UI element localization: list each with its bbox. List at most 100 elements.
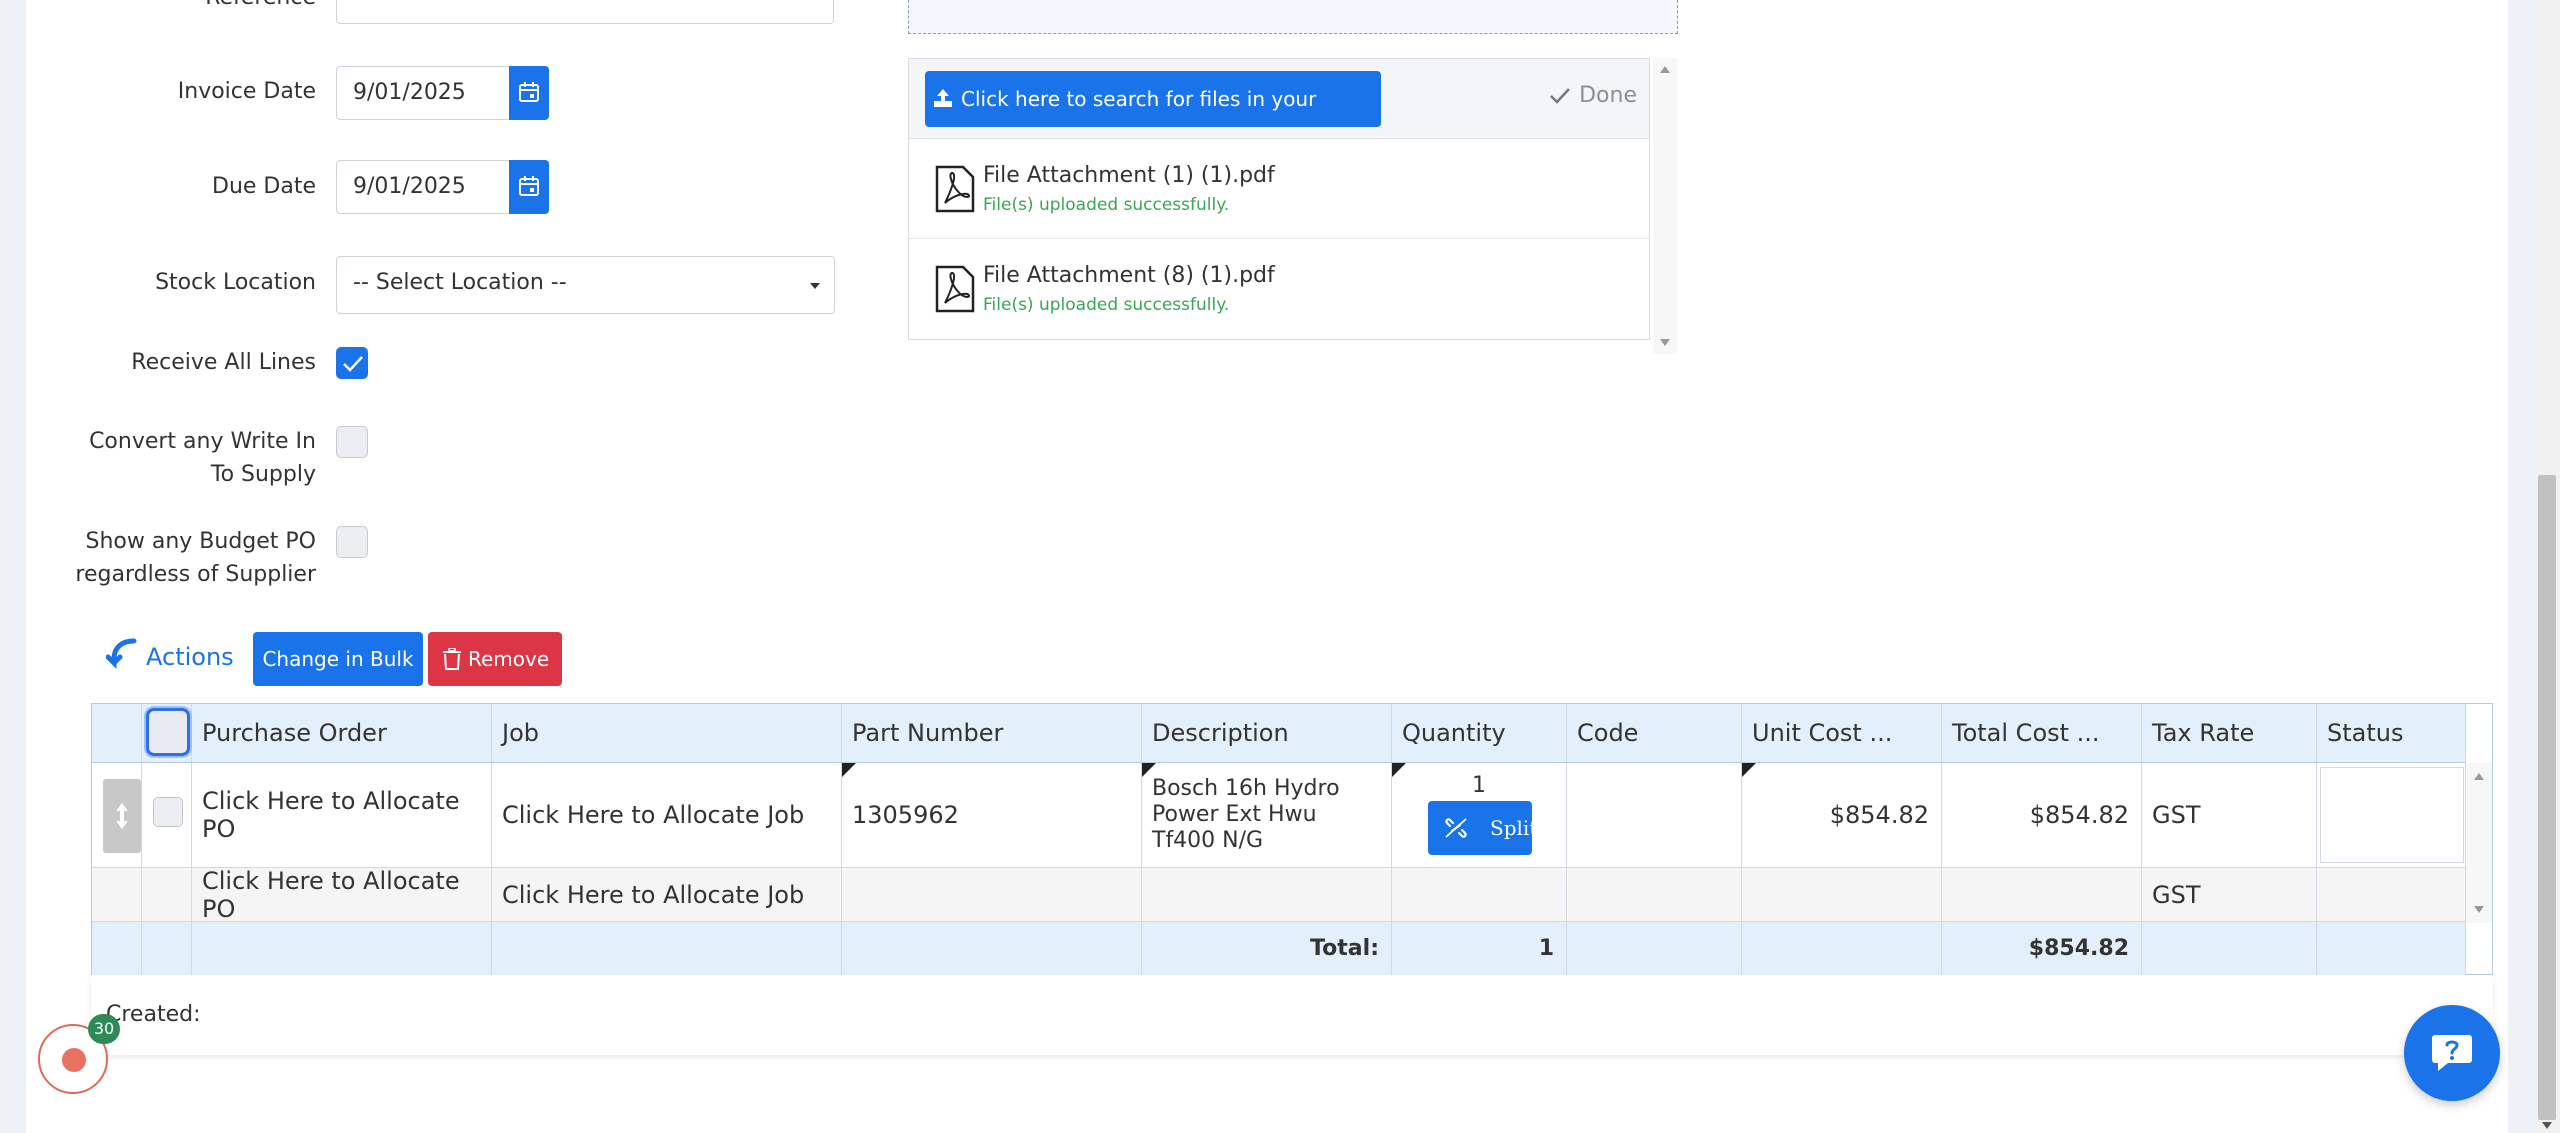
column-header-description[interactable]: Description xyxy=(1142,704,1392,762)
status-cell[interactable] xyxy=(2317,763,2466,867)
select-all-checkbox[interactable] xyxy=(146,708,190,756)
file-status: File(s) uploaded successfully. xyxy=(983,195,1230,215)
column-header-status[interactable]: Status xyxy=(2317,704,2466,762)
due-date-input[interactable]: 9/01/2025 xyxy=(336,160,512,214)
upload-files-button[interactable]: Click here to search for files in your c… xyxy=(925,71,1381,167)
invoice-date-input[interactable]: 9/01/2025 xyxy=(336,66,512,120)
invoice-date-calendar-button[interactable] xyxy=(509,66,549,120)
total-empty-cell xyxy=(2142,922,2317,975)
upload-panel-scrollbar[interactable] xyxy=(1653,58,1677,354)
table-row[interactable]: Click Here to Allocate PO Click Here to … xyxy=(92,763,2466,868)
budget-po-checkbox[interactable] xyxy=(336,526,368,558)
file-status: File(s) uploaded successfully. xyxy=(983,295,1230,315)
table-row[interactable]: Click Here to Allocate PO Click Here to … xyxy=(92,867,2466,923)
done-label: Done xyxy=(1579,83,1637,108)
grid-totals-row: Total: 1 $854.82 xyxy=(92,922,2466,975)
edit-indicator-icon xyxy=(1142,763,1156,777)
allocate-po-link[interactable]: Click Here to Allocate PO xyxy=(192,763,492,867)
undo-arrow-icon xyxy=(105,638,137,670)
total-cost-cell: $854.82 xyxy=(1942,763,2142,867)
drag-arrows-icon xyxy=(116,803,128,829)
reference-input[interactable] xyxy=(336,0,834,24)
help-chat-button[interactable] xyxy=(2404,1005,2500,1101)
total-empty-cell xyxy=(1742,922,1942,975)
description-line: Tf400 N/G xyxy=(1152,828,1264,853)
page: Reference Invoice Date 9/01/2025 Due Dat… xyxy=(26,0,2508,1133)
description-cell[interactable]: Bosch 16h Hydro Power Ext Hwu Tf400 N/G xyxy=(1142,763,1392,867)
checkmark-icon xyxy=(343,356,363,372)
file-item: File Attachment (1) (1).pdf File(s) uplo… xyxy=(909,139,1649,239)
actions-menu[interactable]: Actions xyxy=(105,637,234,673)
total-empty-cell xyxy=(2317,922,2466,975)
stock-location-value: -- Select Location -- xyxy=(353,270,567,295)
file-drop-zone[interactable] xyxy=(908,0,1678,34)
column-header-job[interactable]: Job xyxy=(492,704,842,762)
column-header-total-cost[interactable]: Total Cost ... xyxy=(1942,704,2142,762)
due-date-calendar-button[interactable] xyxy=(509,160,549,214)
receive-all-label: Receive All Lines xyxy=(131,350,316,375)
tax-rate-cell[interactable]: GST xyxy=(2142,868,2317,921)
convert-write-in-checkbox[interactable] xyxy=(336,426,368,458)
quantity-cell[interactable] xyxy=(1392,868,1567,921)
column-header-part-number[interactable]: Part Number xyxy=(842,704,1142,762)
total-empty-cell xyxy=(492,922,842,975)
remove-button[interactable]: Remove xyxy=(428,632,562,686)
scroll-down-icon[interactable] xyxy=(2474,906,2484,913)
split-button[interactable]: Split xyxy=(1428,801,1537,855)
grid-header-row: Purchase Order Job Part Number Descripti… xyxy=(92,704,2466,763)
part-number-value: 1305962 xyxy=(852,801,959,829)
column-header-unit-cost[interactable]: Unit Cost ... xyxy=(1742,704,1942,762)
file-name: File Attachment (1) (1).pdf xyxy=(983,163,1275,188)
scroll-up-icon[interactable] xyxy=(1660,66,1670,73)
invoice-date-label: Invoice Date xyxy=(177,79,316,104)
notification-badge: 30 xyxy=(88,1014,120,1044)
part-number-cell[interactable]: 1305962 xyxy=(842,763,1142,867)
edit-indicator-icon xyxy=(1742,763,1756,777)
created-label: Created: xyxy=(106,1002,201,1027)
description-cell[interactable] xyxy=(1142,868,1392,921)
drag-handle[interactable] xyxy=(103,779,141,853)
unit-cost-cell[interactable]: $854.82 xyxy=(1742,763,1942,867)
reference-label: Reference xyxy=(46,0,316,14)
support-chat-icon xyxy=(2432,1035,2472,1071)
total-cost-cell xyxy=(1942,868,2142,921)
stock-location-select[interactable]: -- Select Location -- xyxy=(336,256,835,314)
allocate-job-link[interactable]: Click Here to Allocate Job xyxy=(492,763,842,867)
column-header-tax-rate[interactable]: Tax Rate xyxy=(2142,704,2317,762)
file-name: File Attachment (8) (1).pdf xyxy=(983,263,1275,288)
part-number-cell[interactable] xyxy=(842,868,1142,921)
caret-down-icon xyxy=(810,283,820,289)
row-checkbox[interactable] xyxy=(153,797,183,827)
page-scrollbar[interactable] xyxy=(2534,0,2560,1133)
record-dot-icon xyxy=(62,1048,86,1072)
change-in-bulk-button[interactable]: Change in Bulk xyxy=(253,632,423,686)
column-header-code[interactable]: Code xyxy=(1567,704,1742,762)
upload-icon xyxy=(934,89,952,107)
allocate-po-link[interactable]: Click Here to Allocate PO xyxy=(192,867,492,923)
quantity-cell[interactable]: 1 Split xyxy=(1392,763,1567,867)
budget-po-label-line2: regardless of Supplier xyxy=(75,562,316,587)
unit-cost-cell[interactable] xyxy=(1742,868,1942,921)
tax-rate-cell[interactable]: GST xyxy=(2142,763,2317,867)
status-value[interactable] xyxy=(2320,767,2464,863)
pdf-file-icon xyxy=(935,165,975,213)
done-button[interactable]: Done xyxy=(1549,83,1637,108)
total-quantity: 1 xyxy=(1392,922,1567,975)
file-item: File Attachment (8) (1).pdf File(s) uplo… xyxy=(909,239,1649,339)
created-section xyxy=(91,975,2493,1055)
scroll-down-icon[interactable] xyxy=(1660,339,1670,346)
calendar-icon xyxy=(519,176,539,196)
trash-icon xyxy=(443,648,461,670)
scroll-thumb[interactable] xyxy=(2538,475,2556,1120)
status-cell[interactable] xyxy=(2317,868,2466,921)
column-header-purchase-order[interactable]: Purchase Order xyxy=(192,704,492,762)
allocate-job-link[interactable]: Click Here to Allocate Job xyxy=(492,868,842,921)
remove-label: Remove xyxy=(468,647,550,671)
grid-scrollbar[interactable] xyxy=(2466,763,2492,923)
receive-all-checkbox[interactable] xyxy=(336,347,368,379)
scroll-down-icon[interactable] xyxy=(2542,1122,2552,1129)
code-cell[interactable] xyxy=(1567,868,1742,921)
scroll-up-icon[interactable] xyxy=(2474,773,2484,780)
code-cell[interactable] xyxy=(1567,763,1742,867)
column-header-quantity[interactable]: Quantity xyxy=(1392,704,1567,762)
